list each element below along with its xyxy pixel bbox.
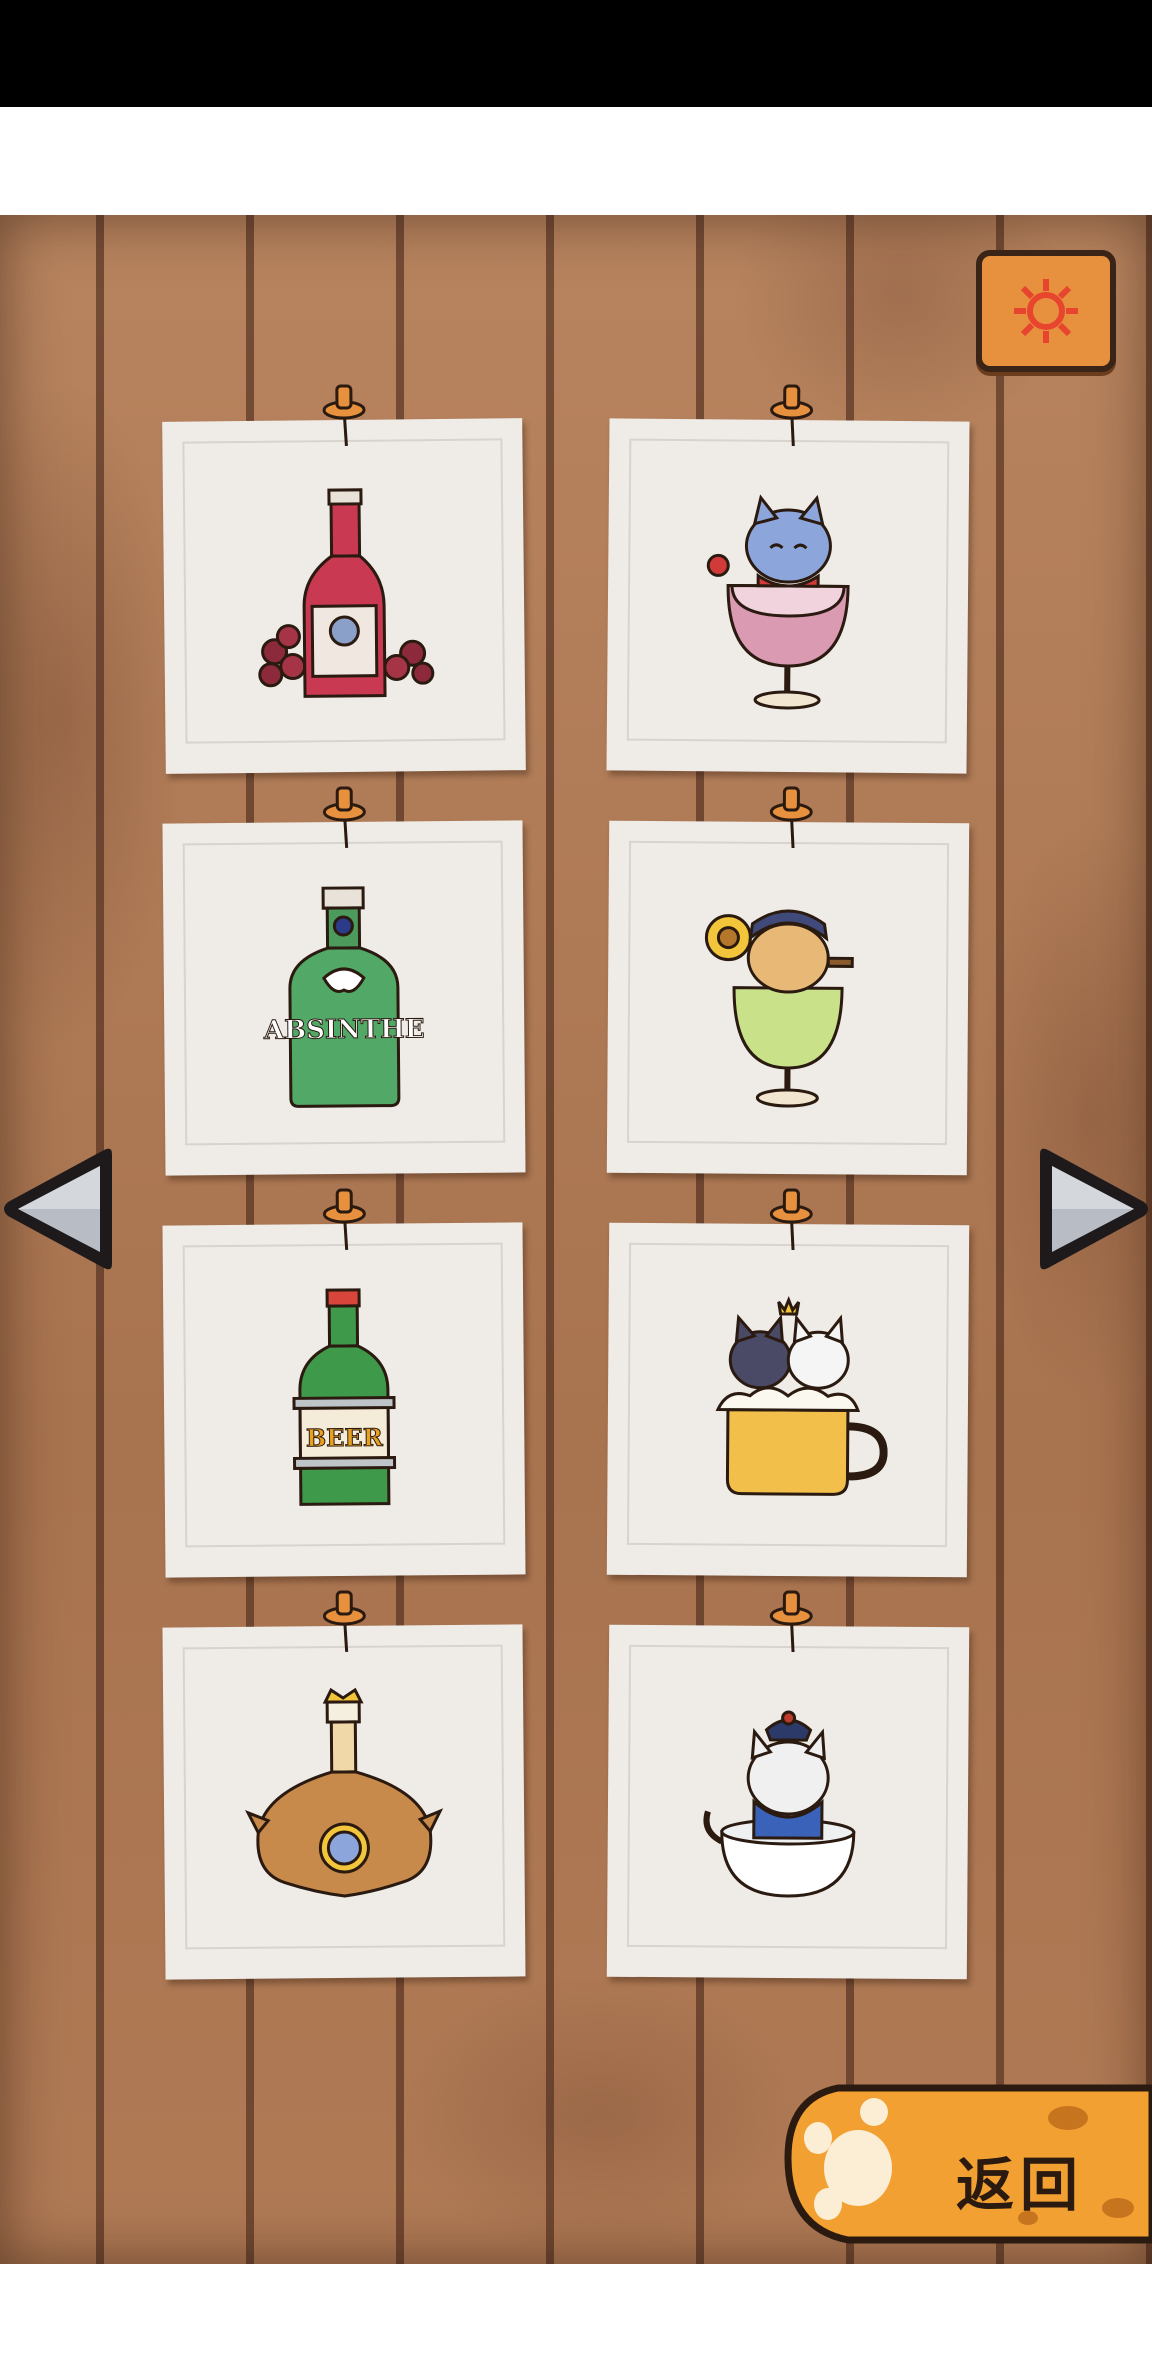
cat-in-wine-glass-illustration (706, 494, 850, 710)
back-button-label: 返回 (956, 2151, 1085, 2219)
card-cat-in-bowl[interactable] (606, 1590, 970, 1980)
card-cat-in-absinthe-glass[interactable] (606, 786, 970, 1176)
card-cats-in-beer-mug[interactable] (606, 1188, 970, 1578)
gear-icon (1014, 279, 1078, 343)
spirit-bottle-illustration (244, 1687, 444, 1898)
header-spacer (0, 107, 1152, 215)
cat-in-bowl-illustration (703, 1710, 856, 1898)
previous-page-button[interactable] (0, 1146, 118, 1272)
cat-in-absinthe-glass-illustration (704, 909, 854, 1108)
status-bar (0, 0, 1152, 107)
card-beer-bottle[interactable]: BEER (162, 1188, 526, 1578)
beer-bottle-illustration: BEER (292, 1288, 397, 1506)
card-spirit-bottle[interactable] (162, 1590, 526, 1980)
cats-in-beer-mug-illustration (715, 1295, 888, 1496)
card-red-wine-bottle[interactable] (162, 384, 526, 774)
settings-button[interactable] (976, 250, 1116, 372)
back-button[interactable]: 返回 (778, 2058, 1152, 2254)
card-absinthe-bottle[interactable]: ABSINTHE (162, 786, 526, 1176)
bottom-spacer (0, 2264, 1152, 2376)
card-cat-in-wine-glass[interactable] (606, 384, 970, 774)
absinthe-bottle-illustration: ABSINTHE (262, 886, 425, 1108)
next-page-button[interactable] (1034, 1146, 1152, 1272)
absinthe-label-text: ABSINTHE (263, 1014, 425, 1045)
beer-label-text: BEER (306, 1423, 384, 1453)
red-wine-bottle-illustration (258, 488, 435, 698)
right-arrow-icon (1040, 1148, 1148, 1270)
left-arrow-icon (4, 1148, 112, 1270)
